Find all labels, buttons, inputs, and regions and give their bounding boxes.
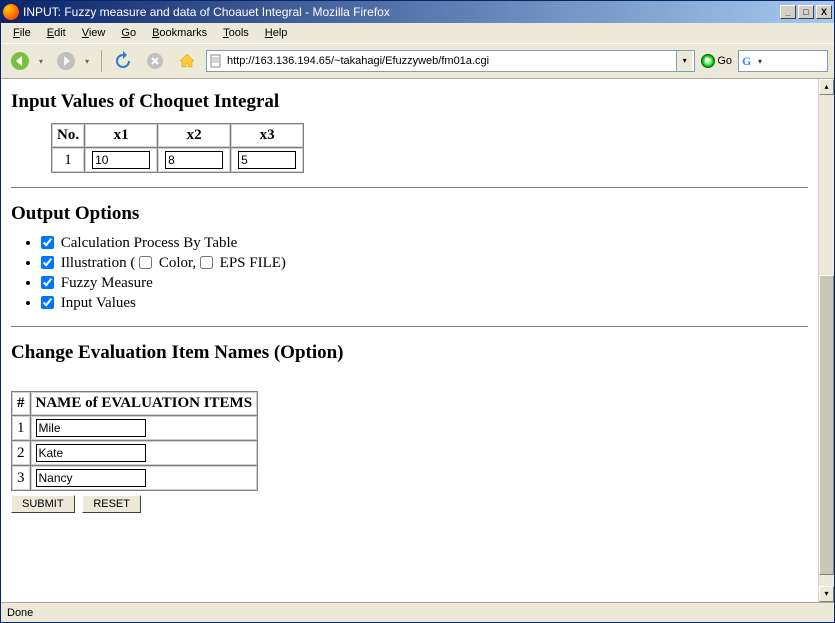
fuzzy-checkbox[interactable]	[41, 276, 54, 289]
search-dropdown-icon[interactable]: ▾	[758, 57, 762, 66]
scroll-track[interactable]	[819, 95, 834, 586]
window-title: INPUT: Fuzzy measure and data of Choauet…	[23, 5, 780, 19]
eval-items-table: # NAME of EVALUATION ITEMS 1 2 3	[11, 391, 258, 491]
menu-view[interactable]: View	[76, 25, 112, 41]
svg-text:G: G	[742, 54, 751, 68]
col-no: No.	[52, 124, 84, 147]
fuzzy-label: Fuzzy Measure	[61, 275, 153, 291]
page-content: Input Values of Choquet Integral No. x1 …	[1, 79, 818, 602]
stop-button[interactable]	[142, 48, 168, 74]
input-values-table: No. x1 x2 x3 1	[51, 123, 304, 173]
close-button[interactable]: X	[816, 5, 832, 19]
color-checkbox[interactable]	[139, 256, 152, 269]
reset-button[interactable]: RESET	[82, 495, 141, 513]
titlebar[interactable]: INPUT: Fuzzy measure and data of Choauet…	[1, 1, 834, 23]
menu-go[interactable]: Go	[115, 25, 142, 41]
eps-checkbox[interactable]	[200, 256, 213, 269]
forward-button[interactable]	[53, 48, 79, 74]
calc-label: Calculation Process By Table	[61, 235, 238, 251]
eval-name-input-3[interactable]	[36, 469, 146, 487]
menu-help[interactable]: Help	[259, 25, 294, 41]
color-label: Color,	[159, 255, 196, 271]
menubar: File Edit View Go Bookmarks Tools Help	[1, 23, 834, 43]
x1-input[interactable]	[92, 151, 150, 169]
forward-dropdown-icon[interactable]: ▾	[85, 57, 93, 66]
table-row: 3	[12, 466, 257, 490]
scroll-thumb[interactable]	[819, 275, 834, 575]
page-icon	[209, 54, 223, 68]
table-row: 2	[12, 441, 257, 465]
back-dropdown-icon[interactable]: ▾	[39, 57, 47, 66]
table-row: 1	[12, 416, 257, 440]
go-icon	[701, 54, 715, 68]
col-x1: x1	[85, 124, 157, 147]
back-button[interactable]	[7, 48, 33, 74]
hash-col: #	[12, 392, 30, 415]
eps-label: EPS FILE)	[220, 255, 286, 271]
separator	[101, 50, 102, 72]
input-values-heading: Input Values of Choquet Integral	[11, 91, 808, 113]
col-x2: x2	[158, 124, 230, 147]
firefox-window: INPUT: Fuzzy measure and data of Choauet…	[0, 0, 835, 623]
menu-bookmarks[interactable]: Bookmarks	[146, 25, 213, 41]
maximize-button[interactable]: □	[798, 5, 814, 19]
scroll-up-button[interactable]: ▴	[819, 79, 834, 95]
statusbar: Done	[1, 602, 834, 622]
calc-checkbox[interactable]	[41, 236, 54, 249]
row-no: 3	[12, 466, 30, 490]
output-options-list: Calculation Process By Table Illustratio…	[41, 235, 808, 312]
illustration-label-pre: Illustration (	[61, 255, 136, 271]
x2-input[interactable]	[165, 151, 223, 169]
eval-name-input-1[interactable]	[36, 419, 146, 437]
name-col: NAME of EVALUATION ITEMS	[31, 392, 258, 415]
url-dropdown-icon[interactable]: ▾	[676, 51, 692, 71]
inputvals-checkbox[interactable]	[41, 296, 54, 309]
inputvals-label: Input Values	[61, 295, 136, 311]
row-no: 2	[12, 441, 30, 465]
illustration-checkbox[interactable]	[41, 256, 54, 269]
x3-input[interactable]	[238, 151, 296, 169]
go-button[interactable]: Go	[701, 54, 732, 68]
output-options-heading: Output Options	[11, 203, 808, 225]
divider	[11, 187, 808, 189]
home-button[interactable]	[174, 48, 200, 74]
col-x3: x3	[231, 124, 303, 147]
menu-tools[interactable]: Tools	[217, 25, 255, 41]
eval-name-input-2[interactable]	[36, 444, 146, 462]
submit-button[interactable]: SUBMIT	[11, 495, 75, 513]
eval-names-heading: Change Evaluation Item Names (Option)	[11, 342, 808, 364]
go-label: Go	[717, 55, 732, 67]
minimize-button[interactable]: _	[780, 5, 796, 19]
url-bar[interactable]: ▾	[206, 50, 695, 72]
google-icon: G	[742, 54, 756, 68]
row-no: 1	[12, 416, 30, 440]
reload-button[interactable]	[110, 48, 136, 74]
firefox-icon	[3, 4, 19, 20]
menu-edit[interactable]: Edit	[41, 25, 72, 41]
menu-file[interactable]: File	[7, 25, 37, 41]
row-no: 1	[52, 148, 84, 172]
search-box[interactable]: G ▾	[738, 50, 828, 72]
scroll-down-button[interactable]: ▾	[819, 586, 834, 602]
url-input[interactable]	[225, 52, 676, 70]
divider	[11, 326, 808, 328]
vertical-scrollbar[interactable]: ▴ ▾	[818, 79, 834, 602]
status-text: Done	[7, 607, 33, 619]
table-row: 1	[52, 148, 303, 172]
navigation-toolbar: ▾ ▾ ▾ Go G ▾	[1, 43, 834, 79]
